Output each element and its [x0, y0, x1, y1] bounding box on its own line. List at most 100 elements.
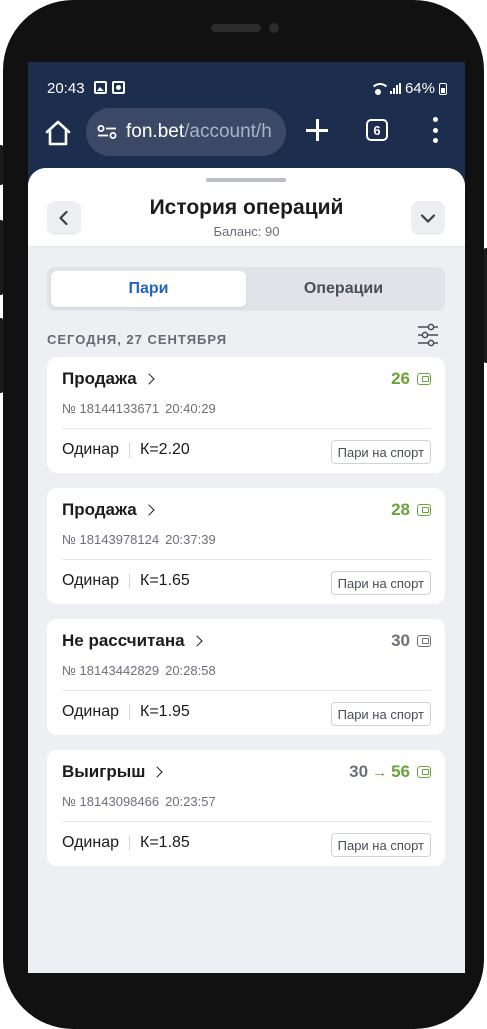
bet-amount: 26	[391, 369, 431, 389]
address-bar[interactable]: fon.bet/account/h	[86, 108, 286, 156]
front-camera	[269, 23, 279, 33]
bet-category-tag: Пари на спорт	[330, 440, 431, 464]
bet-type: Одинар	[62, 441, 119, 458]
bet-meta: № 18143098466 20:23:57	[62, 794, 216, 809]
bet-status-link[interactable]: Не рассчитана	[62, 631, 203, 651]
bet-type: Одинар	[62, 572, 119, 589]
balance-subtitle: Баланс: 90	[213, 224, 280, 239]
bet-status: Продажа	[62, 369, 137, 388]
home-icon[interactable]	[43, 118, 73, 148]
chevron-right-icon	[143, 373, 155, 385]
status-indicators: 64%	[369, 80, 447, 97]
page-title: История операций	[149, 196, 344, 219]
bet-status-link[interactable]: Продажа	[62, 500, 155, 520]
chevron-right-icon	[190, 635, 203, 647]
browser-toolbar: fon.bet/account/h 6	[28, 108, 465, 158]
separator	[129, 442, 130, 458]
segmented-control: Пари Операции	[47, 267, 445, 311]
separator	[129, 835, 130, 851]
site-settings-icon[interactable]	[97, 125, 117, 139]
bet-card[interactable]: Выигрыш 30 → 56 № 18143098466 20:23:57 Од…	[47, 750, 445, 866]
tab-operations[interactable]: Операции	[246, 271, 441, 307]
chevron-right-icon	[143, 504, 155, 516]
bet-card[interactable]: Продажа 26 № 18144133671 20:40:29 Одинар К…	[47, 357, 445, 473]
new-tab-icon[interactable]	[305, 118, 329, 142]
card-divider	[62, 428, 431, 429]
bet-status-link[interactable]: Выигрыш	[62, 762, 164, 782]
separator	[129, 704, 130, 720]
status-bar: 20:43 64%	[28, 62, 465, 110]
wifi-icon	[369, 82, 390, 95]
volume-down-key	[0, 220, 3, 295]
status-time: 20:43	[47, 80, 85, 97]
bet-status: Не рассчитана	[62, 631, 185, 650]
bet-details: Одинар К=1.65	[62, 572, 190, 590]
bet-time: 20:37:39	[165, 532, 216, 547]
bet-status: Выигрыш	[62, 762, 146, 781]
bet-meta: № 18144133671 20:40:29	[62, 401, 216, 416]
wallet-icon	[417, 504, 431, 516]
volume-up-key	[0, 145, 3, 185]
card-divider	[62, 559, 431, 560]
history-sheet: История операций Баланс: 90 Пари Операци…	[28, 168, 465, 973]
date-section-label: СЕГОДНЯ, 27 СЕНТЯБРЯ	[47, 332, 228, 347]
bet-amount-value: 30	[391, 631, 410, 650]
battery-icon	[439, 82, 447, 95]
gallery-notification-icon	[94, 81, 107, 94]
bet-number: № 18143098466	[62, 794, 160, 809]
arrow-right-icon: →	[372, 763, 388, 781]
filter-icon[interactable]	[417, 323, 439, 347]
chevron-right-icon	[151, 766, 164, 778]
bet-card[interactable]: Продажа 28 № 18143978124 20:37:39 Одинар К…	[47, 488, 445, 604]
bet-time: 20:28:58	[165, 663, 216, 678]
card-divider	[62, 690, 431, 691]
bet-coefficient: К=1.65	[140, 572, 190, 589]
bet-amount-value: 26	[391, 369, 410, 388]
tab-bets[interactable]: Пари	[51, 271, 246, 307]
tab-switcher-button[interactable]: 6	[366, 119, 388, 141]
bet-details: Одинар К=1.85	[62, 834, 190, 852]
bet-details: Одинар К=1.95	[62, 703, 190, 721]
screen: 20:43 64% fon.bet/account/h 6 История оп…	[28, 62, 465, 973]
bet-type: Одинар	[62, 834, 119, 851]
bet-number: № 18144133671	[62, 401, 160, 416]
bet-meta: № 18143978124 20:37:39	[62, 532, 216, 547]
bet-status-link[interactable]: Продажа	[62, 369, 155, 389]
bet-amount-value: 28	[391, 500, 410, 519]
drag-handle[interactable]	[206, 178, 286, 182]
bet-amount-value: 56	[391, 762, 410, 781]
bet-coefficient: К=1.95	[140, 703, 190, 720]
app-notification-icon	[112, 81, 125, 94]
bet-amount: 30	[391, 631, 431, 651]
bet-type: Одинар	[62, 703, 119, 720]
overflow-menu-icon[interactable]	[432, 117, 438, 143]
bet-category-tag: Пари на спорт	[330, 833, 431, 857]
bet-time: 20:23:57	[165, 794, 216, 809]
bet-time: 20:40:29	[165, 401, 216, 416]
bet-category-tag: Пари на спорт	[330, 571, 431, 595]
sheet-header: История операций Баланс: 90	[28, 168, 465, 247]
wallet-icon	[417, 373, 431, 385]
bet-details: Одинар К=2.20	[62, 441, 190, 459]
url-host: fon.bet	[126, 121, 185, 142]
bixby-key	[0, 318, 3, 393]
bet-amount: 28	[391, 500, 431, 520]
bet-amount-from: 30	[349, 762, 369, 781]
bet-coefficient: К=2.20	[140, 441, 190, 458]
bet-amount: 30 → 56	[349, 762, 431, 782]
bet-number: № 18143442829	[62, 663, 160, 678]
battery-percent: 64%	[404, 80, 435, 97]
bet-card[interactable]: Не рассчитана 30 № 18143442829 20:28:58 О…	[47, 619, 445, 735]
earpiece-speaker	[211, 24, 261, 32]
bet-coefficient: К=1.85	[140, 834, 190, 851]
card-divider	[62, 821, 431, 822]
collapse-button[interactable]	[411, 201, 445, 235]
signal-icon	[389, 83, 401, 94]
bet-status: Продажа	[62, 500, 137, 519]
separator	[129, 573, 130, 589]
chevron-down-icon	[420, 214, 436, 223]
phone-frame: 20:43 64% fon.bet/account/h 6 История оп…	[0, 0, 487, 1029]
wallet-icon	[417, 766, 431, 778]
wallet-icon	[417, 635, 431, 647]
bet-meta: № 18143442829 20:28:58	[62, 663, 216, 678]
